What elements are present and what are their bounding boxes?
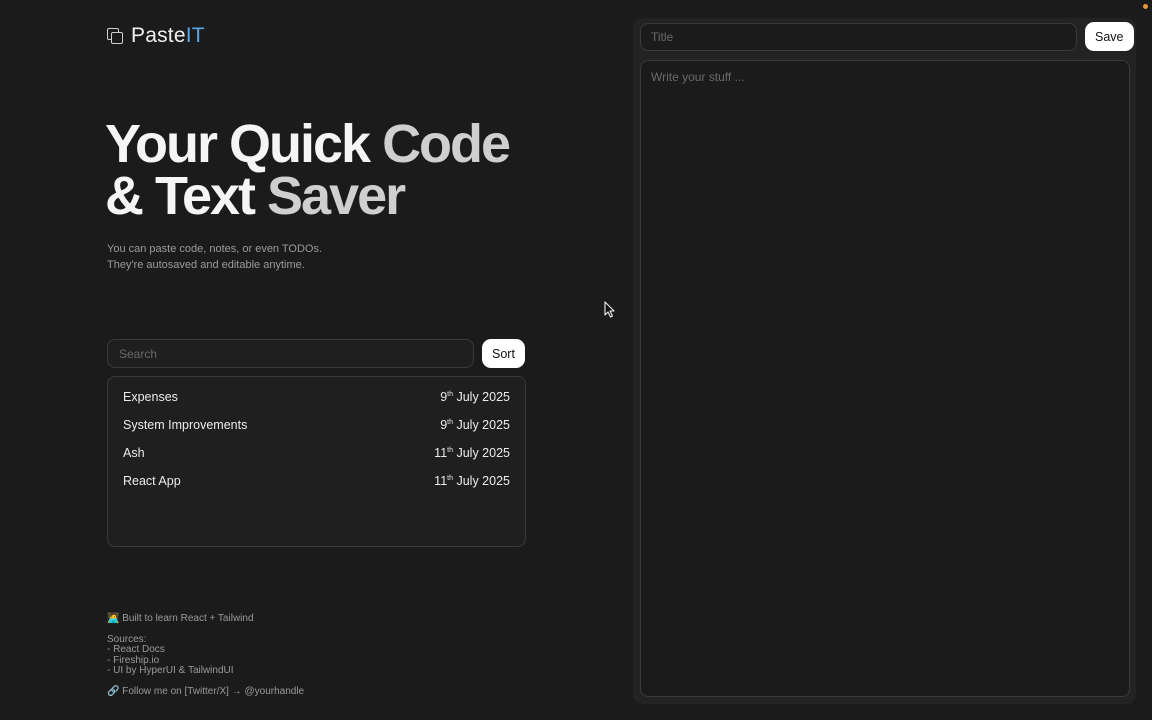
app-name-part2: IT <box>185 24 205 47</box>
hero-heading: Your Quick Code & Text Saver <box>105 117 511 223</box>
paste-title: Expenses <box>123 390 178 404</box>
hero-line-1-dim: Code <box>382 114 511 174</box>
paste-date-suffix: th <box>447 391 453 398</box>
hero-line-1-strong: Your Quick <box>105 114 383 174</box>
paste-date-rest: July 2025 <box>456 474 510 488</box>
paste-list-item[interactable]: System Improvements 9th July 2025 <box>108 411 525 439</box>
paste-date-suffix: th <box>447 475 453 482</box>
app-name: PasteIT <box>131 24 205 48</box>
subtitle-line-2: They're autosaved and editable anytime. <box>107 258 305 271</box>
paste-title: Ash <box>123 446 145 460</box>
footer-follow-link[interactable]: 🔗 Follow me on [Twitter/X] → @yourhandle <box>107 686 304 698</box>
paste-list-item[interactable]: Expenses 9th July 2025 <box>108 383 525 411</box>
title-input[interactable] <box>640 23 1077 51</box>
footer-built: 🧑‍💻 Built to learn React + Tailwind <box>107 613 254 624</box>
footer: 🧑‍💻 Built to learn React + Tailwind Sour… <box>107 613 304 698</box>
paste-date-rest: July 2025 <box>456 418 510 432</box>
content-textarea[interactable] <box>640 60 1130 697</box>
footer-source-item[interactable]: - UI by HyperUI & TailwindUI <box>107 665 304 677</box>
footer-source-item[interactable]: - React Docs <box>107 644 304 656</box>
search-row: Sort <box>107 339 525 368</box>
paste-date: 11th July 2025 <box>434 474 510 488</box>
paste-date-suffix: th <box>447 419 453 426</box>
paste-list: Expenses 9th July 2025 System Improvemen… <box>107 376 526 547</box>
save-button[interactable]: Save <box>1085 22 1134 51</box>
paste-list-item[interactable]: Ash 11th July 2025 <box>108 439 525 467</box>
mouse-pointer-icon <box>604 301 615 318</box>
paste-date: 9th July 2025 <box>440 390 510 404</box>
paste-date: 11th July 2025 <box>434 446 510 460</box>
paste-list-item[interactable]: React App 11th July 2025 <box>108 467 525 495</box>
status-dot <box>1143 4 1148 9</box>
hero-line-2-strong: & Text <box>105 166 268 226</box>
paste-title: System Improvements <box>123 418 248 432</box>
paste-title: React App <box>123 474 181 488</box>
app-name-part1: Paste <box>131 24 186 47</box>
search-input[interactable] <box>107 339 474 368</box>
hero-line-1: Your Quick Code <box>105 117 511 171</box>
hero-line-2-dim: Saver <box>267 166 406 226</box>
sort-button[interactable]: Sort <box>482 339 525 368</box>
copy-icon <box>107 28 123 44</box>
paste-date-suffix: th <box>447 447 453 454</box>
paste-date-day: 11 <box>434 446 448 460</box>
paste-date-rest: July 2025 <box>456 446 510 460</box>
subtitle-line-1: You can paste code, notes, or even TODOs… <box>107 243 323 255</box>
app-logo[interactable]: PasteIT <box>107 24 205 48</box>
paste-date-rest: July 2025 <box>456 390 510 404</box>
paste-date: 9th July 2025 <box>440 418 510 432</box>
app-root: PasteIT Your Quick Code & Text Saver You… <box>0 0 1152 720</box>
paste-date-day: 11 <box>434 474 448 488</box>
hero-line-2: & Text Saver <box>105 169 509 223</box>
hero-subtitle: You can paste code, notes, or even TODOs… <box>107 242 322 273</box>
